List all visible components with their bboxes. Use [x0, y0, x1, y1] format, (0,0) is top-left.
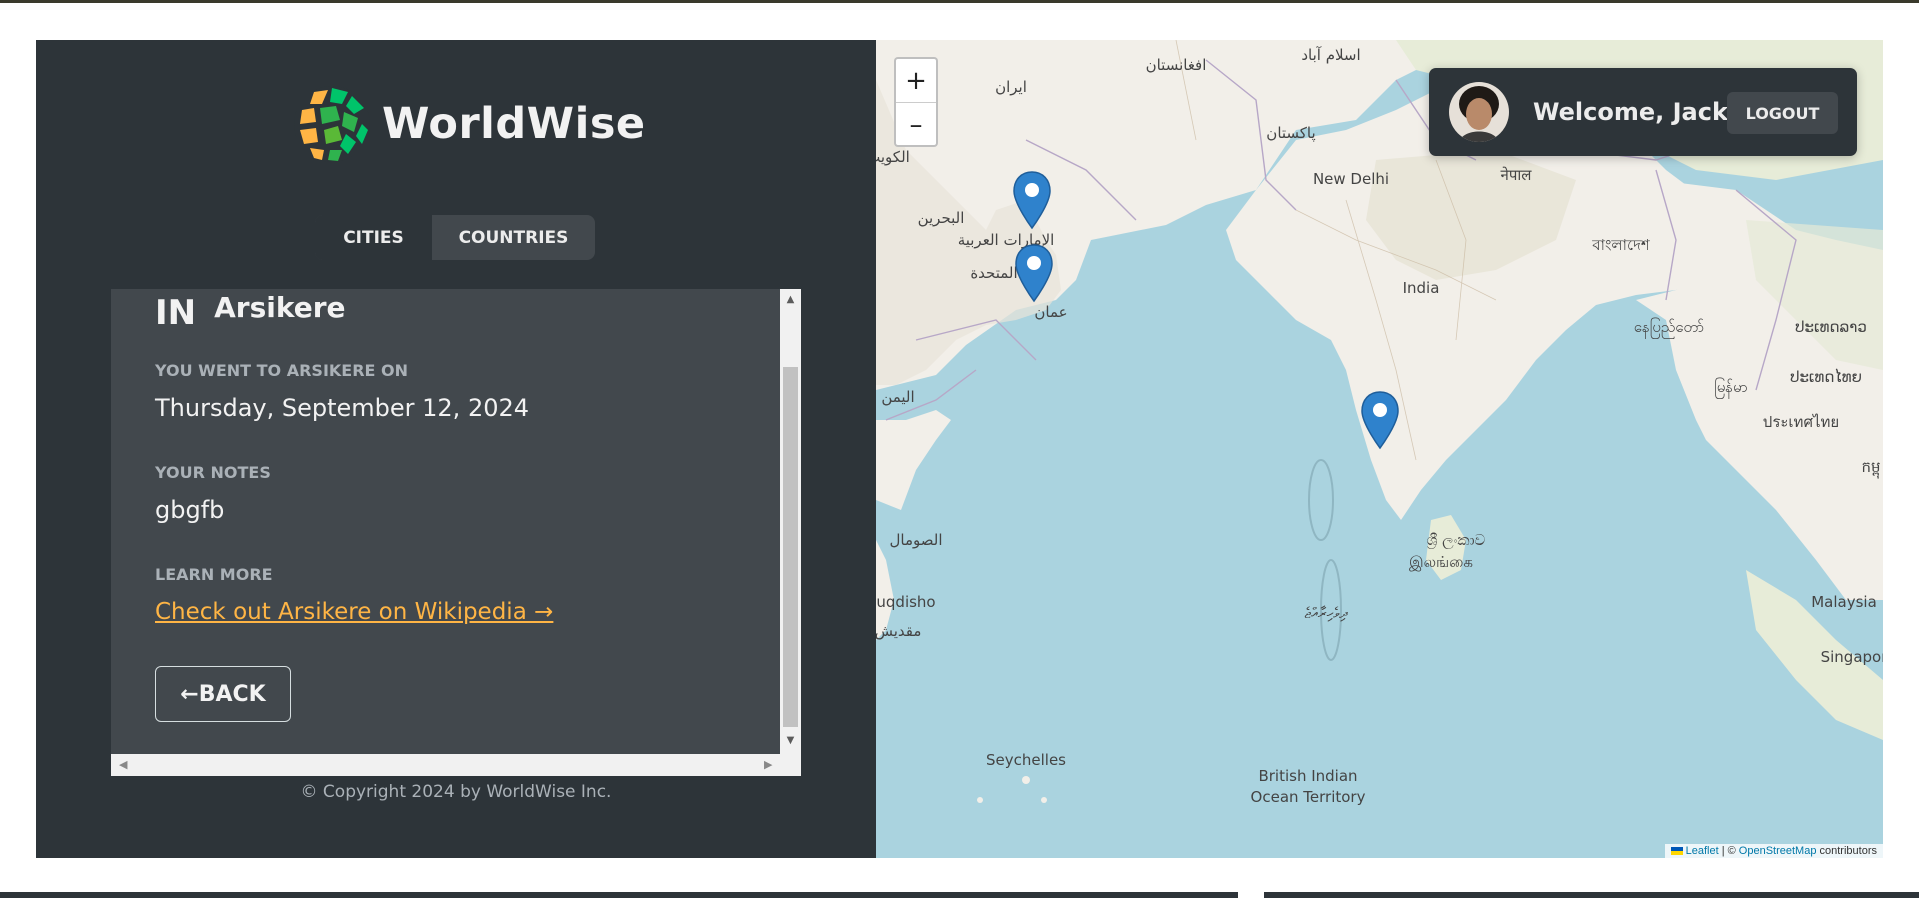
view-tabs: Cities Countries: [315, 215, 595, 260]
app-name: WorldWise: [382, 99, 646, 149]
sidebar: WorldWise Cities Countries IN Arsikere Y…: [36, 40, 876, 858]
svg-text:اسلام آباد: اسلام آباد: [1301, 46, 1360, 64]
svg-text:မြန်မာ: မြန်မာ: [1714, 377, 1748, 399]
map-attribution: Leaflet | © OpenStreetMap contributors: [1664, 844, 1883, 858]
svg-text:Malaysia: Malaysia: [1811, 593, 1877, 611]
svg-text:الكويت: الكويت: [876, 148, 910, 166]
logout-button[interactable]: LOGOUT: [1727, 92, 1838, 134]
vertical-scrollbar[interactable]: ▲ ▼: [780, 289, 801, 754]
svg-text:ປະເທດລາວ: ປະເທດລາວ: [1795, 318, 1867, 336]
back-button[interactable]: ←BACK: [155, 666, 291, 722]
svg-text:الصومال: الصومال: [890, 531, 943, 549]
map[interactable]: افغانستان اسلام آباد ایران پاکستان الكوي…: [876, 40, 1883, 858]
zoom-out-button[interactable]: –: [896, 103, 936, 146]
scroll-down-icon[interactable]: ▼: [780, 735, 801, 746]
svg-text:پاکستان: پاکستان: [1266, 124, 1315, 143]
bottom-strip: [0, 892, 1238, 898]
city-details-panel: IN Arsikere You went to Arsikere on Thur…: [111, 289, 801, 776]
tab-countries[interactable]: Countries: [432, 215, 595, 260]
svg-text:British Indian: British Indian: [1258, 767, 1357, 785]
notes-label: Your notes: [155, 463, 271, 482]
attribution-separator: | ©: [1721, 845, 1736, 857]
svg-text:Singapor: Singapor: [1821, 648, 1883, 666]
copyright: © Copyright 2024 by WorldWise Inc.: [300, 782, 612, 802]
visited-date: Thursday, September 12, 2024: [155, 394, 530, 422]
city-header: IN Arsikere: [155, 291, 346, 333]
user-box: Welcome, Jack LOGOUT: [1429, 68, 1857, 156]
svg-text:البحرين: البحرين: [918, 209, 965, 227]
learn-more-label: Learn more: [155, 565, 273, 584]
map-marker-pin-icon[interactable]: [1360, 390, 1400, 450]
ukraine-flag-icon: [1670, 847, 1683, 856]
svg-text:ประเทศไทย: ประเทศไทย: [1763, 413, 1839, 431]
svg-text:اليمن: اليمن: [881, 388, 914, 406]
svg-text:বাংলাদেশ: বাংলাদেশ: [1591, 236, 1651, 254]
logo[interactable]: WorldWise: [292, 84, 646, 164]
svg-text:افغانستان: افغانستان: [1146, 56, 1207, 74]
svg-text:عمان: عمان: [1034, 303, 1067, 321]
svg-text:កម្ពុ: កម្ពុ: [1861, 458, 1880, 479]
svg-text:இலங்கை: இலங்கை: [1409, 553, 1473, 571]
svg-text:Ocean Territory: Ocean Territory: [1251, 788, 1366, 806]
bottom-strip: [1264, 892, 1919, 898]
welcome-text: Welcome, Jack: [1533, 98, 1728, 126]
svg-text:New Delhi: New Delhi: [1313, 170, 1389, 188]
svg-text:المتحدة: المتحدة: [970, 264, 1017, 282]
top-border: [0, 0, 1919, 3]
wikipedia-link[interactable]: Check out Arsikere on Wikipedia →: [155, 599, 553, 625]
horizontal-scrollbar[interactable]: ◀ ▶: [111, 754, 801, 776]
leaflet-link[interactable]: Leaflet: [1686, 845, 1719, 857]
zoom-in-button[interactable]: +: [896, 59, 936, 103]
svg-text:ශ්‍රී ලංකාව: ශ්‍රී ලංකාව: [1426, 531, 1485, 550]
svg-text:नेपाल: नेपाल: [1501, 166, 1533, 184]
scroll-up-icon[interactable]: ▲: [780, 294, 801, 305]
svg-text:India: India: [1403, 279, 1440, 297]
svg-text:مقديش: مقديش: [876, 622, 921, 640]
svg-text:နေပြည်တော်: နေပြည်တော်: [1634, 317, 1704, 339]
svg-text:ایران: ایران: [995, 78, 1027, 96]
map-marker-pin-icon[interactable]: [1012, 170, 1052, 230]
globe-logo-icon: [294, 86, 370, 162]
svg-text:ދިވެހިރާއްޖެ: ދިވެހިރާއްޖެ: [1304, 604, 1348, 622]
svg-text:ປະເທດໄທຍ: ປະເທດໄທຍ: [1790, 367, 1862, 386]
city-name: Arsikere: [214, 291, 346, 324]
avatar: [1449, 82, 1509, 142]
visited-label: You went to Arsikere on: [155, 361, 409, 380]
scrollbar-thumb[interactable]: [783, 367, 798, 727]
tab-cities[interactable]: Cities: [315, 215, 432, 260]
app-layout: WorldWise Cities Countries IN Arsikere Y…: [36, 40, 1883, 858]
zoom-control: + –: [894, 57, 938, 147]
scroll-left-icon[interactable]: ◀: [119, 758, 127, 771]
openstreetmap-link[interactable]: OpenStreetMap: [1739, 845, 1817, 857]
svg-text:Seychelles: Seychelles: [986, 751, 1066, 769]
svg-text:uqdisho: uqdisho: [876, 593, 935, 611]
attribution-suffix: contributors: [1819, 845, 1877, 857]
scroll-right-icon[interactable]: ▶: [764, 758, 772, 771]
map-marker-pin-icon[interactable]: [1014, 243, 1054, 303]
country-flag: IN: [155, 293, 197, 333]
notes-text: gbgfb: [155, 496, 225, 524]
